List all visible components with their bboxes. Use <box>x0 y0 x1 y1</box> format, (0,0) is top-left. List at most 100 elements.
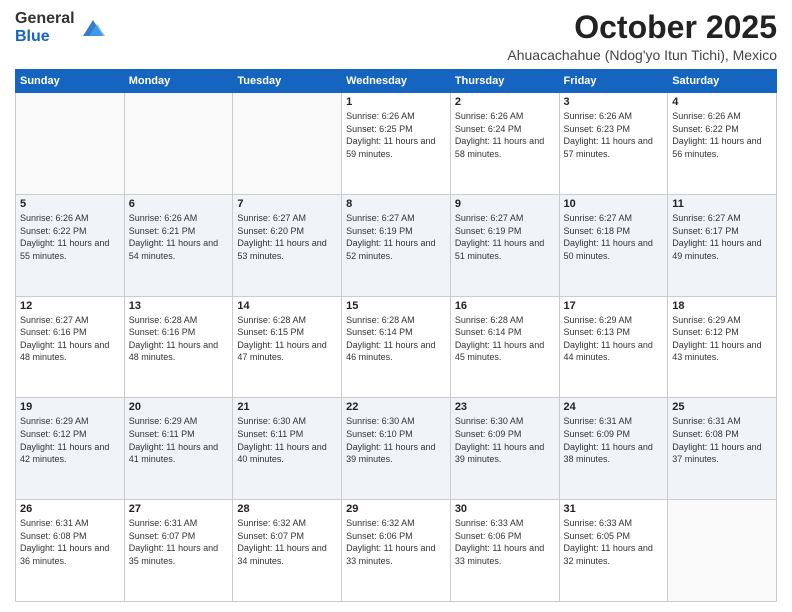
calendar-day-header: Friday <box>559 70 668 93</box>
calendar-header-row: SundayMondayTuesdayWednesdayThursdayFrid… <box>16 70 777 93</box>
calendar-table: SundayMondayTuesdayWednesdayThursdayFrid… <box>15 69 777 602</box>
day-number: 8 <box>346 198 446 210</box>
calendar-day-cell <box>16 93 125 195</box>
day-info: Sunrise: 6:31 AM Sunset: 6:07 PM Dayligh… <box>129 517 229 567</box>
day-info: Sunrise: 6:29 AM Sunset: 6:11 PM Dayligh… <box>129 415 229 465</box>
day-number: 11 <box>672 198 772 210</box>
day-info: Sunrise: 6:30 AM Sunset: 6:09 PM Dayligh… <box>455 415 555 465</box>
header: General Blue October 2025 Ahuacachahue (… <box>15 10 777 63</box>
location-title: Ahuacachahue (Ndog'yo Itun Tichi), Mexic… <box>507 47 777 63</box>
calendar-day-cell: 28Sunrise: 6:32 AM Sunset: 6:07 PM Dayli… <box>233 500 342 602</box>
calendar-day-cell: 13 Sunrise: 6:28 AM Sunset: 6:16 PM Dayli… <box>124 296 233 398</box>
logo-icon <box>79 14 107 42</box>
calendar-day-cell: 29 Sunrise: 6:32 AM Sunset: 6:06 PM Dayli… <box>342 500 451 602</box>
logo-general: General <box>15 10 75 28</box>
day-info: Sunrise: 6:27 AM Sunset: 6:20 PM Dayligh… <box>237 212 337 262</box>
calendar-day-cell: 3Sunrise: 6:26 AM Sunset: 6:23 PM Daylig… <box>559 93 668 195</box>
day-info: Sunrise: 6:29 AM Sunset: 6:12 PM Dayligh… <box>20 415 120 465</box>
calendar-day-cell: 31 Sunrise: 6:33 AM Sunset: 6:05 PM Dayli… <box>559 500 668 602</box>
day-info: Sunrise: 6:31 AM Sunset: 6:08 PM Dayligh… <box>20 517 120 567</box>
calendar-day-cell: 20 Sunrise: 6:29 AM Sunset: 6:11 PM Dayli… <box>124 398 233 500</box>
day-info: Sunrise: 6:29 AM Sunset: 6:12 PM Dayligh… <box>672 314 772 364</box>
calendar-week-row: 1Sunrise: 6:26 AM Sunset: 6:25 PM Daylig… <box>16 93 777 195</box>
day-number: 18 <box>672 300 772 312</box>
calendar-day-cell: 6 Sunrise: 6:26 AM Sunset: 6:21 PM Daylig… <box>124 194 233 296</box>
day-info: Sunrise: 6:26 AM Sunset: 6:24 PM Dayligh… <box>455 110 555 160</box>
day-info: Sunrise: 6:26 AM Sunset: 6:22 PM Dayligh… <box>20 212 120 262</box>
day-number: 1 <box>346 96 446 108</box>
calendar-day-cell: 17 Sunrise: 6:29 AM Sunset: 6:13 PM Dayli… <box>559 296 668 398</box>
day-number: 25 <box>672 401 772 413</box>
day-number: 21 <box>237 401 337 413</box>
calendar-day-cell: 16 Sunrise: 6:28 AM Sunset: 6:14 PM Dayli… <box>450 296 559 398</box>
calendar-day-header: Wednesday <box>342 70 451 93</box>
calendar-week-row: 5 Sunrise: 6:26 AM Sunset: 6:22 PM Daylig… <box>16 194 777 296</box>
calendar-day-cell: 9 Sunrise: 6:27 AM Sunset: 6:19 PM Daylig… <box>450 194 559 296</box>
day-number: 10 <box>564 198 664 210</box>
day-number: 6 <box>129 198 229 210</box>
day-number: 23 <box>455 401 555 413</box>
day-info: Sunrise: 6:27 AM Sunset: 6:19 PM Dayligh… <box>455 212 555 262</box>
day-number: 30 <box>455 503 555 515</box>
day-number: 29 <box>346 503 446 515</box>
day-number: 20 <box>129 401 229 413</box>
day-info: Sunrise: 6:26 AM Sunset: 6:23 PM Dayligh… <box>564 110 664 160</box>
day-info: Sunrise: 6:30 AM Sunset: 6:10 PM Dayligh… <box>346 415 446 465</box>
day-info: Sunrise: 6:29 AM Sunset: 6:13 PM Dayligh… <box>564 314 664 364</box>
day-number: 13 <box>129 300 229 312</box>
day-number: 9 <box>455 198 555 210</box>
day-info: Sunrise: 6:27 AM Sunset: 6:16 PM Dayligh… <box>20 314 120 364</box>
day-number: 2 <box>455 96 555 108</box>
calendar-day-cell: 19 Sunrise: 6:29 AM Sunset: 6:12 PM Dayli… <box>16 398 125 500</box>
day-info: Sunrise: 6:28 AM Sunset: 6:15 PM Dayligh… <box>237 314 337 364</box>
calendar-day-cell: 5 Sunrise: 6:26 AM Sunset: 6:22 PM Daylig… <box>16 194 125 296</box>
day-info: Sunrise: 6:28 AM Sunset: 6:16 PM Dayligh… <box>129 314 229 364</box>
day-number: 17 <box>564 300 664 312</box>
day-info: Sunrise: 6:32 AM Sunset: 6:06 PM Dayligh… <box>346 517 446 567</box>
day-number: 31 <box>564 503 664 515</box>
day-number: 5 <box>20 198 120 210</box>
day-number: 26 <box>20 503 120 515</box>
day-info: Sunrise: 6:32 AM Sunset: 6:07 PM Dayligh… <box>237 517 337 567</box>
day-info: Sunrise: 6:31 AM Sunset: 6:09 PM Dayligh… <box>564 415 664 465</box>
calendar-day-cell: 23 Sunrise: 6:30 AM Sunset: 6:09 PM Dayli… <box>450 398 559 500</box>
day-number: 27 <box>129 503 229 515</box>
calendar-day-cell: 1Sunrise: 6:26 AM Sunset: 6:25 PM Daylig… <box>342 93 451 195</box>
day-number: 22 <box>346 401 446 413</box>
day-info: Sunrise: 6:33 AM Sunset: 6:06 PM Dayligh… <box>455 517 555 567</box>
calendar-day-header: Tuesday <box>233 70 342 93</box>
calendar-day-header: Monday <box>124 70 233 93</box>
page: General Blue October 2025 Ahuacachahue (… <box>0 0 792 612</box>
day-info: Sunrise: 6:33 AM Sunset: 6:05 PM Dayligh… <box>564 517 664 567</box>
calendar-day-cell: 8Sunrise: 6:27 AM Sunset: 6:19 PM Daylig… <box>342 194 451 296</box>
calendar-day-header: Thursday <box>450 70 559 93</box>
calendar-week-row: 19 Sunrise: 6:29 AM Sunset: 6:12 PM Dayli… <box>16 398 777 500</box>
calendar-day-cell: 26 Sunrise: 6:31 AM Sunset: 6:08 PM Dayli… <box>16 500 125 602</box>
day-info: Sunrise: 6:30 AM Sunset: 6:11 PM Dayligh… <box>237 415 337 465</box>
calendar-week-row: 12 Sunrise: 6:27 AM Sunset: 6:16 PM Dayli… <box>16 296 777 398</box>
day-number: 15 <box>346 300 446 312</box>
day-number: 19 <box>20 401 120 413</box>
day-number: 12 <box>20 300 120 312</box>
calendar-day-cell: 18 Sunrise: 6:29 AM Sunset: 6:12 PM Dayli… <box>668 296 777 398</box>
calendar-day-cell: 11 Sunrise: 6:27 AM Sunset: 6:17 PM Dayli… <box>668 194 777 296</box>
logo-blue: Blue <box>15 28 75 46</box>
calendar-day-cell: 27 Sunrise: 6:31 AM Sunset: 6:07 PM Dayli… <box>124 500 233 602</box>
logo-text: General Blue <box>15 10 75 45</box>
calendar-day-header: Sunday <box>16 70 125 93</box>
day-info: Sunrise: 6:26 AM Sunset: 6:21 PM Dayligh… <box>129 212 229 262</box>
calendar-day-cell: 14Sunrise: 6:28 AM Sunset: 6:15 PM Dayli… <box>233 296 342 398</box>
calendar-day-cell: 7 Sunrise: 6:27 AM Sunset: 6:20 PM Daylig… <box>233 194 342 296</box>
day-info: Sunrise: 6:26 AM Sunset: 6:22 PM Dayligh… <box>672 110 772 160</box>
day-number: 16 <box>455 300 555 312</box>
day-info: Sunrise: 6:27 AM Sunset: 6:17 PM Dayligh… <box>672 212 772 262</box>
calendar-day-cell: 30 Sunrise: 6:33 AM Sunset: 6:06 PM Dayli… <box>450 500 559 602</box>
calendar-day-cell: 15 Sunrise: 6:28 AM Sunset: 6:14 PM Dayli… <box>342 296 451 398</box>
logo: General Blue <box>15 10 107 45</box>
day-info: Sunrise: 6:28 AM Sunset: 6:14 PM Dayligh… <box>346 314 446 364</box>
calendar-day-header: Saturday <box>668 70 777 93</box>
calendar-day-cell <box>124 93 233 195</box>
calendar-day-cell: 12 Sunrise: 6:27 AM Sunset: 6:16 PM Dayli… <box>16 296 125 398</box>
day-info: Sunrise: 6:28 AM Sunset: 6:14 PM Dayligh… <box>455 314 555 364</box>
day-number: 7 <box>237 198 337 210</box>
